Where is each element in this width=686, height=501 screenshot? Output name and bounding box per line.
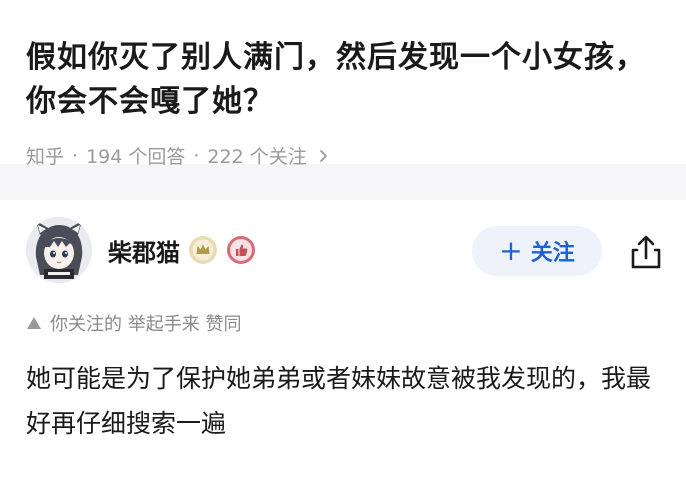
source-label: 知乎	[26, 146, 65, 168]
section-divider	[0, 164, 686, 200]
answer-card: 柴郡猫 + 关注 你关注的 举起手来 赞同 她可能是为了保护她弟弟或者妹妹故意被…	[0, 200, 686, 446]
follow-button[interactable]: + 关注	[472, 226, 602, 276]
meta-separator: ·	[72, 144, 79, 167]
thumb-badge-icon[interactable]	[226, 235, 256, 265]
answer-count: 194 个回答	[86, 146, 186, 168]
endorsement-row: 你关注的 举起手来 赞同	[26, 310, 660, 336]
zhihu-answer-page: 假如你灭了别人满门，然后发现一个小女孩，你会不会嘎了她？ 知乎 · 194 个回…	[0, 0, 686, 501]
answer-content[interactable]: 她可能是为了保护她弟弟或者妹妹故意被我发现的，我最好再仔细搜索一遍	[26, 356, 666, 446]
share-icon[interactable]	[626, 232, 666, 272]
question-header: 假如你灭了别人满门，然后发现一个小女孩，你会不会嘎了她？ 知乎 · 194 个回…	[0, 0, 686, 168]
follower-count: 222 个关注	[207, 146, 307, 168]
triangle-up-icon	[27, 317, 41, 329]
avatar[interactable]	[26, 217, 92, 283]
plus-icon: +	[499, 234, 523, 267]
author-name[interactable]: 柴郡猫	[108, 233, 180, 268]
level-badge-icon[interactable]	[188, 235, 218, 265]
question-title[interactable]: 假如你灭了别人满门，然后发现一个小女孩，你会不会嘎了她？	[26, 36, 666, 124]
endorsement-text: 你关注的 举起手来 赞同	[50, 314, 242, 335]
anime-avatar-icon	[26, 217, 92, 283]
author-row: 柴郡猫 + 关注	[26, 200, 661, 300]
chevron-right-icon	[319, 149, 327, 162]
meta-separator: ·	[193, 144, 200, 167]
follow-label: 关注	[530, 241, 575, 266]
